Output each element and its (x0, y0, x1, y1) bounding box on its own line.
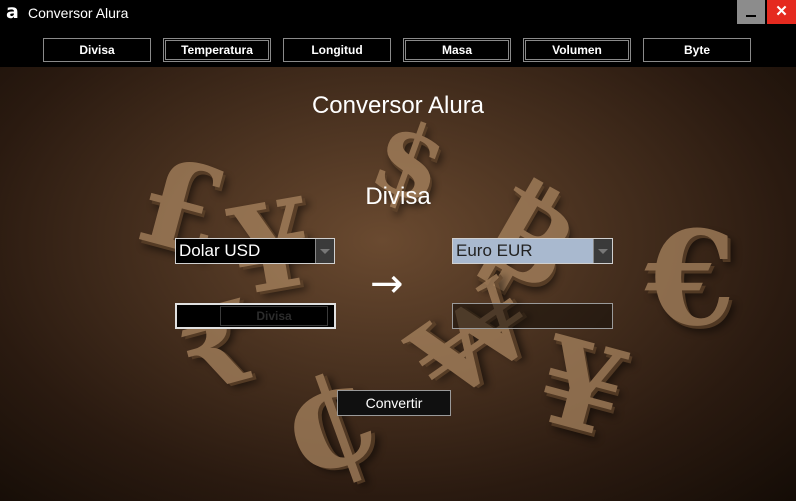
yen-symbol-decoration-2: ¥ (523, 308, 641, 467)
nav-button-temperatura[interactable]: Temperatura (163, 38, 271, 62)
chevron-down-icon[interactable] (593, 239, 612, 263)
app-title: Conversor Alura (311, 92, 485, 119)
close-icon: ✕ (775, 3, 788, 20)
nav-button-divisa[interactable]: Divisa (43, 38, 151, 62)
result-output[interactable] (452, 303, 613, 329)
converter-nav: Divisa Temperatura Longitud Masa Volumen… (0, 26, 796, 67)
close-button[interactable]: ✕ (767, 0, 796, 24)
arrow-right-icon: → (370, 261, 404, 307)
amount-input-inner: Divisa (220, 306, 328, 326)
euro-symbol-decoration: € (645, 202, 736, 355)
nav-button-masa[interactable]: Masa (403, 38, 511, 62)
window-title: Conversor Alura (28, 5, 129, 21)
to-currency-select[interactable]: Euro EUR (452, 238, 613, 264)
section-title: Divisa (365, 183, 431, 210)
minimize-button[interactable] (737, 0, 765, 24)
amount-input-placeholder: Divisa (256, 309, 292, 323)
nav-button-byte[interactable]: Byte (643, 38, 751, 62)
alura-logo-icon: a (6, 1, 19, 23)
chevron-down-icon[interactable] (315, 239, 334, 263)
from-currency-value: Dolar USD (179, 241, 261, 260)
nav-button-volumen[interactable]: Volumen (523, 38, 631, 62)
amount-input[interactable]: Divisa (175, 303, 336, 329)
app-window: £ ¥ $ ₿ € ₩ ¢ ₹ ¥ a Conversor Alura ✕ Di… (0, 0, 796, 501)
nav-button-longitud[interactable]: Longitud (283, 38, 391, 62)
to-currency-value: Euro EUR (456, 241, 533, 260)
title-bar: a Conversor Alura ✕ (0, 0, 796, 26)
from-currency-select[interactable]: Dolar USD (175, 238, 335, 264)
convert-button[interactable]: Convertir (337, 390, 451, 416)
